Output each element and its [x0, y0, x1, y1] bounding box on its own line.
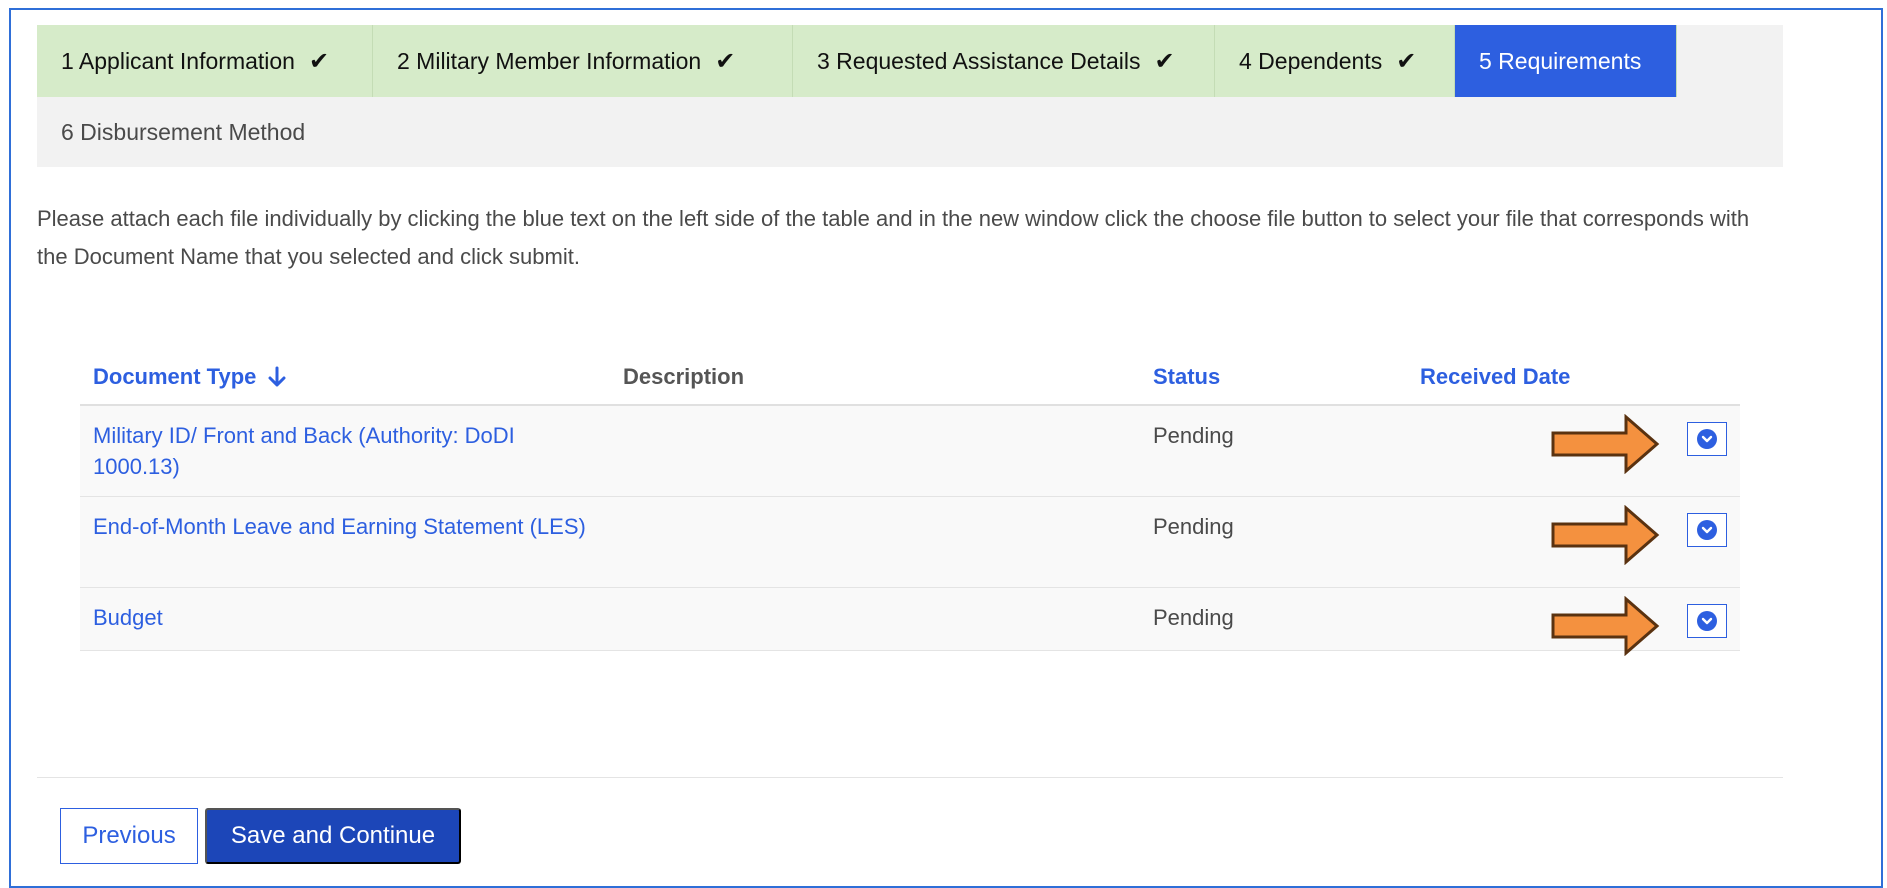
instructions-text: Please attach each file individually by …	[37, 206, 1750, 269]
row-actions-button[interactable]	[1687, 513, 1727, 547]
orange-arrow-icon	[1551, 505, 1660, 565]
table-header: Document Type Description Status Receive…	[80, 350, 1740, 406]
arrow-down-icon	[268, 366, 286, 387]
step-requirements[interactable]: 5 Requirements	[1455, 25, 1677, 97]
step-disbursement-method[interactable]: 6 Disbursement Method	[37, 97, 331, 167]
step-label: 3 Requested Assistance Details	[817, 47, 1141, 74]
table-row: End-of-Month Leave and Earning Statement…	[80, 497, 1740, 588]
step-label: 5 Requirements	[1479, 47, 1642, 74]
footer-divider	[37, 777, 1783, 778]
chevron-down-circle-icon	[1697, 520, 1717, 540]
status-header[interactable]: Status	[1153, 364, 1220, 390]
header-label: Document Type	[93, 364, 257, 389]
status-cell: Pending	[1153, 514, 1234, 539]
document-type-header[interactable]: Document Type	[93, 364, 593, 390]
step-applicant-information[interactable]: 1 Applicant Information ✔	[37, 25, 373, 97]
requirements-table: Document Type Description Status Receive…	[80, 350, 1740, 656]
document-link[interactable]: Military ID/ Front and Back (Authority: …	[93, 420, 593, 482]
checkmark-icon: ✔	[715, 47, 736, 75]
table-row: Military ID/ Front and Back (Authority: …	[80, 406, 1740, 497]
previous-button[interactable]: Previous	[60, 808, 198, 864]
wizard-steps: 1 Applicant Information ✔ 2 Military Mem…	[37, 25, 1783, 167]
status-cell: Pending	[1153, 605, 1234, 630]
step-requested-assistance-details[interactable]: 3 Requested Assistance Details ✔	[793, 25, 1215, 97]
row-actions-button[interactable]	[1687, 604, 1727, 638]
chevron-down-circle-icon	[1697, 429, 1717, 449]
table-row: Budget Pending	[80, 588, 1740, 656]
save-and-continue-button[interactable]: Save and Continue	[205, 808, 461, 864]
row-actions-button[interactable]	[1687, 422, 1727, 456]
checkmark-icon: ✔	[1154, 47, 1175, 75]
orange-arrow-icon	[1551, 414, 1660, 474]
received-date-header[interactable]: Received Date	[1420, 364, 1570, 390]
document-link[interactable]: Budget	[93, 602, 593, 633]
step-label: 1 Applicant Information	[61, 47, 295, 74]
orange-arrow-icon	[1551, 596, 1660, 656]
status-cell: Pending	[1153, 423, 1234, 448]
step-dependents[interactable]: 4 Dependents ✔	[1215, 25, 1455, 97]
document-link[interactable]: End-of-Month Leave and Earning Statement…	[93, 511, 593, 542]
checkmark-icon: ✔	[1396, 47, 1417, 75]
step-label: 4 Dependents	[1239, 47, 1383, 74]
step-label: 2 Military Member Information	[397, 47, 702, 74]
description-header: Description	[623, 364, 745, 389]
step-label: 6 Disbursement Method	[61, 118, 306, 145]
chevron-down-circle-icon	[1697, 611, 1717, 631]
step-military-member-information[interactable]: 2 Military Member Information ✔	[373, 25, 793, 97]
checkmark-icon: ✔	[308, 47, 330, 75]
